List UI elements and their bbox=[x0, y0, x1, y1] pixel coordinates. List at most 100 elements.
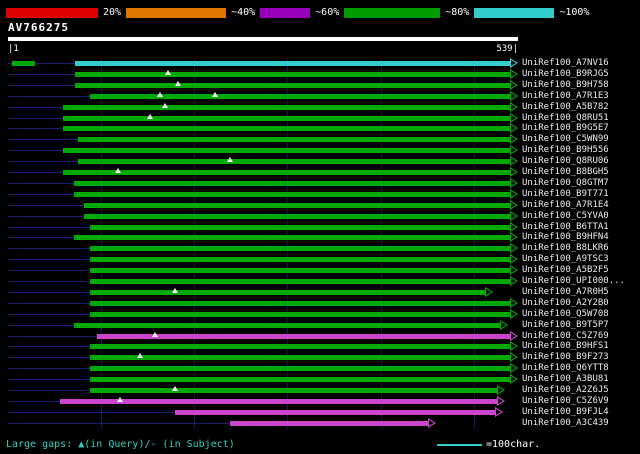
hit-label[interactable]: UniRef100_Q8RU51 bbox=[522, 113, 609, 123]
arrowhead-icon bbox=[510, 341, 518, 352]
key-item-60: ~60% bbox=[260, 7, 339, 19]
hit-label[interactable]: UniRef100_B8BGH5 bbox=[522, 168, 609, 177]
hit-bar[interactable] bbox=[89, 366, 510, 372]
hit-label[interactable]: UniRef100_A7NV16 bbox=[522, 59, 609, 68]
hit-label[interactable]: UniRef100_Q8GTM7 bbox=[522, 178, 609, 188]
hit-bar[interactable] bbox=[60, 398, 497, 404]
hit-bar[interactable] bbox=[62, 170, 510, 175]
hit-bar[interactable] bbox=[89, 224, 510, 230]
hit-bar[interactable] bbox=[89, 355, 510, 361]
hit-bar[interactable] bbox=[75, 82, 510, 88]
hit-label[interactable]: UniRef100_A3BU81 bbox=[522, 375, 609, 384]
alignment-row: UniRef100_C5Z6V9 bbox=[0, 395, 640, 407]
hit-bar[interactable] bbox=[62, 115, 510, 121]
hit-label[interactable]: UniRef100_B9H556 bbox=[522, 146, 609, 155]
hit-label[interactable]: UniRef100_B9HFS1 bbox=[522, 342, 609, 351]
alignment-row: UniRef100_C5Z769 bbox=[0, 330, 640, 342]
hit-bar[interactable] bbox=[77, 159, 510, 165]
hit-label[interactable]: UniRef100_B8LKR6 bbox=[522, 244, 609, 253]
arrowhead-icon bbox=[510, 68, 518, 79]
hit-bar[interactable] bbox=[97, 333, 510, 339]
hit-bar[interactable] bbox=[84, 213, 510, 219]
hit-bar[interactable] bbox=[75, 71, 510, 77]
gap-marker-icon bbox=[137, 353, 144, 359]
hit-bar-segment[interactable] bbox=[11, 61, 35, 66]
hit-label[interactable]: UniRef100_A9TSC3 bbox=[522, 255, 609, 264]
color-key: 20% ~40% ~60% ~80% ~100% bbox=[6, 6, 638, 19]
hit-bar[interactable] bbox=[62, 148, 510, 154]
hit-label[interactable]: UniRef100_A2Y2B0 bbox=[522, 298, 609, 308]
alignment-row: UniRef100_Q5W708 bbox=[0, 308, 640, 320]
hit-label[interactable]: UniRef100_UPI000... bbox=[522, 277, 625, 286]
hit-bar[interactable] bbox=[89, 268, 510, 274]
hit-bar[interactable] bbox=[89, 246, 510, 252]
hit-bar[interactable] bbox=[89, 257, 510, 263]
hit-bar[interactable] bbox=[74, 235, 510, 241]
hit-label[interactable]: UniRef100_B9HFN4 bbox=[522, 233, 609, 242]
hit-bar[interactable] bbox=[75, 61, 510, 66]
hit-label[interactable]: UniRef100_Q8RU06 bbox=[522, 157, 609, 166]
hit-label[interactable]: UniRef100_A7R1E3 bbox=[522, 91, 609, 101]
gap-marker-icon bbox=[114, 168, 121, 173]
leader-line bbox=[8, 193, 75, 195]
ruler-end: 539| bbox=[496, 44, 518, 54]
hit-bar[interactable] bbox=[89, 93, 510, 99]
query-title: AV766275 bbox=[8, 21, 69, 34]
leader-line bbox=[8, 150, 63, 152]
hit-label[interactable]: UniRef100_B6TTA1 bbox=[522, 222, 609, 232]
hit-bar[interactable] bbox=[77, 137, 510, 143]
hit-label[interactable]: UniRef100_B9T771 bbox=[522, 189, 609, 199]
hit-label[interactable]: UniRef100_C5Z6V9 bbox=[522, 396, 609, 406]
hit-label[interactable]: UniRef100_B9RJG5 bbox=[522, 69, 609, 79]
hit-label[interactable]: UniRef100_C5WN99 bbox=[522, 135, 609, 144]
hit-bar[interactable] bbox=[74, 180, 510, 186]
alignment-row: UniRef100_B9F273 bbox=[0, 352, 640, 363]
hit-label[interactable]: UniRef100_Q5W708 bbox=[522, 309, 609, 319]
leader-line bbox=[8, 117, 63, 119]
hit-label[interactable]: UniRef100_Q6YTT8 bbox=[522, 364, 609, 373]
hit-label[interactable]: UniRef100_A7R0H5 bbox=[522, 287, 609, 297]
hit-bar[interactable] bbox=[84, 202, 510, 208]
hit-label[interactable]: UniRef100_A5B2F5 bbox=[522, 266, 609, 275]
hit-label[interactable]: UniRef100_A5B782 bbox=[522, 102, 609, 112]
hit-label[interactable]: UniRef100_C5YVA0 bbox=[522, 211, 609, 221]
key-swatch-green bbox=[344, 7, 441, 18]
hit-bar[interactable] bbox=[74, 191, 510, 197]
hit-bar[interactable] bbox=[89, 289, 485, 295]
alignment-row: UniRef100_C5YVA0 bbox=[0, 210, 640, 222]
arrowhead-icon bbox=[510, 374, 518, 385]
hit-bar[interactable] bbox=[62, 104, 510, 110]
hit-bar[interactable] bbox=[174, 409, 496, 415]
key-label: ~60% bbox=[315, 6, 340, 18]
key-item-40: ~40% bbox=[126, 7, 255, 19]
hit-bar[interactable] bbox=[89, 377, 510, 383]
hit-label[interactable]: UniRef100_A3C439 bbox=[522, 418, 609, 428]
arrowhead-icon bbox=[510, 363, 518, 374]
hit-bar[interactable] bbox=[89, 311, 510, 317]
hit-label[interactable]: UniRef100_B9T5P7 bbox=[522, 320, 609, 330]
arrowhead-icon bbox=[510, 79, 518, 90]
hit-label[interactable]: UniRef100_C5Z769 bbox=[522, 331, 609, 341]
arrowhead-icon bbox=[510, 254, 518, 265]
alignment-row: UniRef100_A3C439 bbox=[0, 417, 640, 429]
gap-marker-icon bbox=[152, 331, 159, 337]
hit-bar[interactable] bbox=[89, 388, 497, 393]
hit-bar[interactable] bbox=[229, 420, 429, 426]
gap-marker-icon bbox=[171, 386, 178, 391]
arrowhead-icon bbox=[510, 243, 518, 254]
hit-bar[interactable] bbox=[74, 322, 500, 328]
hit-bar[interactable] bbox=[62, 126, 510, 132]
hit-label[interactable]: UniRef100_B9FJL4 bbox=[522, 407, 609, 417]
leader-line bbox=[8, 84, 76, 86]
hit-label[interactable]: UniRef100_A2Z6J5 bbox=[522, 386, 609, 395]
hit-label[interactable]: UniRef100_B9H758 bbox=[522, 80, 609, 90]
alignment-row: UniRef100_Q8GTM7 bbox=[0, 177, 640, 189]
hit-bar[interactable] bbox=[89, 279, 510, 284]
hit-label[interactable]: UniRef100_B9G5E7 bbox=[522, 124, 609, 133]
hit-label[interactable]: UniRef100_A7R1E4 bbox=[522, 200, 609, 210]
hit-bar[interactable] bbox=[89, 344, 510, 350]
arrowhead-icon bbox=[510, 232, 518, 243]
hit-bar[interactable] bbox=[89, 300, 510, 306]
arrowhead-icon bbox=[510, 188, 518, 199]
hit-label[interactable]: UniRef100_B9F273 bbox=[522, 353, 609, 362]
